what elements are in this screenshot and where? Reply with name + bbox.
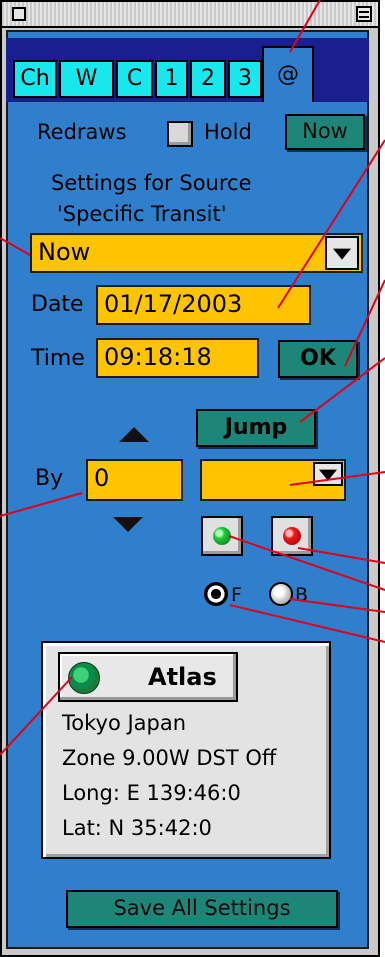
step-amount-field[interactable]: 0 [86, 459, 183, 501]
hold-label: Hold [204, 120, 252, 144]
tab-ch[interactable]: Ch [13, 60, 57, 98]
redraws-label: Redraws [37, 120, 127, 144]
green-ball-icon [213, 527, 231, 545]
backward-label: B [295, 584, 309, 606]
forward-radio[interactable] [204, 582, 228, 606]
by-label: By [35, 466, 64, 491]
red-stop-button[interactable] [271, 516, 313, 556]
source-select[interactable]: Now [30, 233, 363, 273]
location-longitude: Long: E 139:46:0 [62, 781, 241, 805]
save-all-settings-button[interactable]: Save All Settings [66, 890, 338, 928]
tab-w[interactable]: W [59, 60, 114, 98]
ok-button[interactable]: OK [278, 340, 358, 378]
hold-checkbox[interactable] [167, 121, 193, 147]
up-triangle-icon[interactable] [119, 427, 149, 442]
date-label: Date [31, 292, 84, 317]
time-label: Time [31, 346, 85, 371]
tab-1[interactable]: 1 [155, 60, 188, 98]
now-button[interactable]: Now [285, 114, 365, 150]
forward-label: F [231, 584, 242, 606]
dropdown-arrow-icon[interactable] [325, 236, 359, 270]
tab-at[interactable]: @ [262, 46, 314, 102]
zoom-box-icon[interactable] [356, 6, 372, 22]
step-unit-dropdown-icon[interactable] [313, 462, 343, 486]
tab-3[interactable]: 3 [228, 60, 262, 98]
close-box-icon[interactable] [12, 7, 26, 21]
date-field[interactable]: 01/17/2003 [96, 285, 311, 325]
green-go-button[interactable] [201, 516, 243, 556]
location-place: Tokyo Japan [62, 711, 187, 735]
location-latitude: Lat: N 35:42:0 [62, 816, 212, 840]
tab-2[interactable]: 2 [190, 60, 226, 98]
atlas-button-label: Atlas [148, 663, 217, 691]
globe-icon [68, 662, 100, 694]
settings-caption: Settings for Source [51, 171, 252, 195]
time-field[interactable]: 09:18:18 [96, 338, 259, 378]
red-ball-icon [283, 527, 301, 545]
title-bar[interactable] [2, 2, 378, 28]
atlas-button[interactable]: Atlas [58, 652, 238, 702]
tab-c[interactable]: C [116, 60, 153, 98]
location-zone: Zone 9.00W DST Off [62, 746, 277, 770]
backward-radio[interactable] [269, 582, 293, 606]
down-triangle-icon[interactable] [113, 517, 143, 532]
source-select-value: Now [38, 238, 91, 266]
jump-button[interactable]: Jump [196, 409, 316, 447]
settings-source-name: 'Specific Transit' [57, 202, 227, 226]
